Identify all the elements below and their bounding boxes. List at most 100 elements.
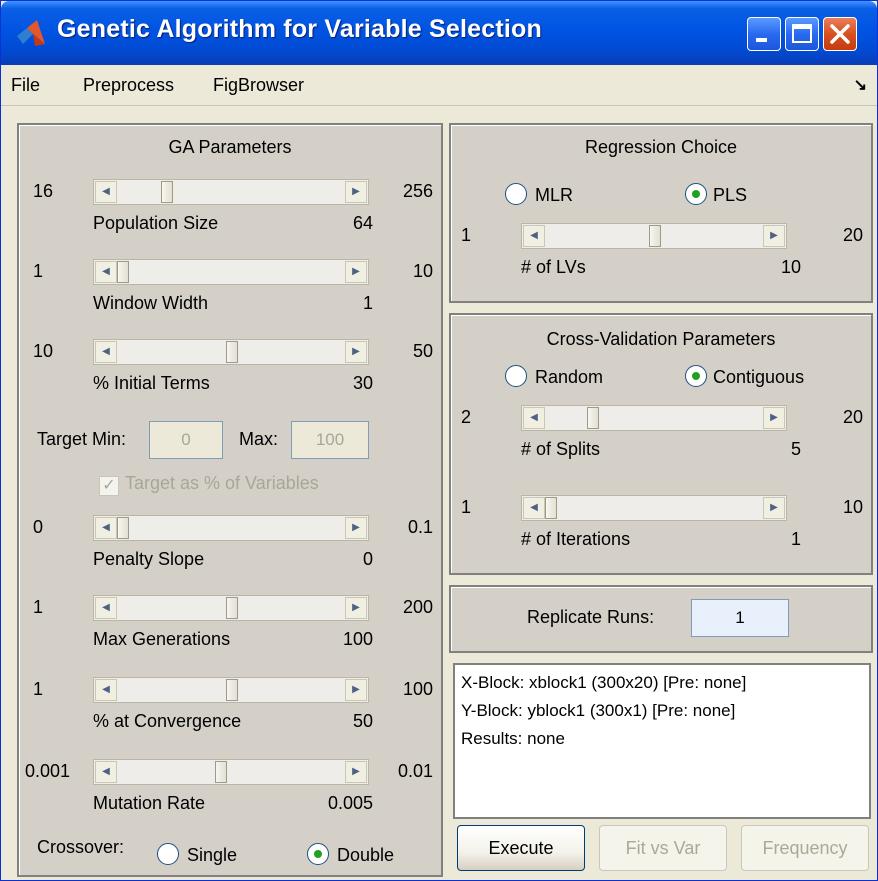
iterations-value: 1 [790,529,801,549]
cv-random-radio[interactable] [505,365,527,387]
slider-thumb[interactable] [117,517,129,539]
max-generations-slider[interactable]: ◀ ▶ [93,595,369,621]
mutation-rate-name-label: Mutation Rate [93,793,206,813]
iterations-max-label: 10 [842,497,863,517]
replicate-runs-input[interactable]: 1 [691,599,789,637]
menu-preprocess[interactable]: Preprocess [83,75,174,96]
mutation-rate-min-label: 0.001 [25,761,71,781]
window-width-min-label: 1 [33,261,44,281]
slider-thumb[interactable] [226,341,238,363]
initial-terms-name-label: % Initial Terms [93,373,210,393]
splits-slider[interactable]: ◀ ▶ [521,405,787,431]
slider-right-arrow-icon[interactable]: ▶ [345,517,367,539]
close-button[interactable] [823,17,857,51]
menu-figbrowser[interactable]: FigBrowser [213,75,304,96]
convergence-slider[interactable]: ◀ ▶ [93,677,369,703]
slider-thumb[interactable] [226,679,238,701]
title-bar[interactable]: Genetic Algorithm for Variable Selection [1,1,877,65]
slider-right-arrow-icon[interactable]: ▶ [763,225,785,247]
data-info-listbox[interactable]: X-Block: xblock1 (300x20) [Pre: none] Y-… [453,663,871,819]
replicate-runs-label: Replicate Runs: [527,607,655,627]
menu-file[interactable]: File [11,75,40,96]
crossover-label: Crossover: [37,837,125,857]
ga-parameters-title: GA Parameters [168,137,292,157]
mlr-label: MLR [535,185,574,205]
slider-left-arrow-icon[interactable]: ◀ [95,679,117,701]
fit-vs-var-button[interactable]: Fit vs Var [599,825,727,871]
population-size-slider[interactable]: ◀ ▶ [93,179,369,205]
slider-right-arrow-icon[interactable]: ▶ [345,597,367,619]
slider-right-arrow-icon[interactable]: ▶ [345,761,367,783]
window-width-name-label: Window Width [93,293,209,313]
slider-thumb[interactable] [161,181,173,203]
target-max-input[interactable]: 100 [291,421,369,459]
window-width-max-label: 10 [412,261,433,281]
penalty-slope-value: 0 [362,549,373,569]
ga-parameters-panel: GA Parameters 16 256 ◀ ▶ Population Size 64 1 1… [17,123,443,877]
slider-left-arrow-icon[interactable]: ◀ [95,181,117,203]
max-generations-name-label: Max Generations [93,629,231,649]
penalty-slope-min-label: 0 [33,517,44,537]
slider-left-arrow-icon[interactable]: ◀ [95,761,117,783]
slider-thumb[interactable] [117,261,129,283]
iterations-slider[interactable]: ◀ ▶ [521,495,787,521]
target-pct-checkbox[interactable]: ✓ [99,476,119,496]
slider-right-arrow-icon[interactable]: ▶ [763,497,785,519]
target-min-input[interactable]: 0 [149,421,223,459]
slider-left-arrow-icon[interactable]: ◀ [523,225,545,247]
mutation-rate-value: 0.005 [327,793,373,813]
lvs-value: 10 [780,257,801,277]
slider-left-arrow-icon[interactable]: ◀ [95,261,117,283]
window-width-slider[interactable]: ◀ ▶ [93,259,369,285]
lvs-max-label: 20 [842,225,863,245]
slider-thumb[interactable] [545,497,557,519]
cross-validation-title: Cross-Validation Parameters [546,329,776,349]
penalty-slope-name-label: Penalty Slope [93,549,205,569]
info-line-yblock: Y-Block: yblock1 (300x1) [Pre: none] [461,701,736,720]
slider-thumb[interactable] [587,407,599,429]
penalty-slope-slider[interactable]: ◀ ▶ [93,515,369,541]
slider-thumb[interactable] [215,761,227,783]
cv-contiguous-radio[interactable] [685,365,707,387]
crossover-single-radio[interactable] [157,843,179,865]
slider-right-arrow-icon[interactable]: ▶ [763,407,785,429]
pls-radio[interactable] [685,183,707,205]
max-generations-value: 100 [342,629,373,649]
population-size-name-label: Population Size [93,213,219,233]
slider-thumb[interactable] [649,225,661,247]
splits-value: 5 [790,439,801,459]
minimize-icon [756,38,767,42]
cv-contiguous-label: Contiguous [713,367,805,387]
regression-choice-title: Regression Choice [584,137,738,157]
slider-left-arrow-icon[interactable]: ◀ [523,407,545,429]
mutation-rate-slider[interactable]: ◀ ▶ [93,759,369,785]
splits-max-label: 20 [842,407,863,427]
execute-button[interactable]: Execute [457,825,585,871]
slider-left-arrow-icon[interactable]: ◀ [95,597,117,619]
target-max-label: Max: [239,429,279,449]
info-line-xblock: X-Block: xblock1 (300x20) [Pre: none] [461,673,747,692]
crossover-double-label: Double [337,845,395,865]
pls-label: PLS [713,185,748,205]
lvs-min-label: 1 [461,225,472,245]
cv-random-label: Random [535,367,604,387]
slider-right-arrow-icon[interactable]: ▶ [345,261,367,283]
slider-left-arrow-icon[interactable]: ◀ [95,341,117,363]
minimize-button[interactable] [747,17,781,51]
dock-arrow-icon[interactable]: ↘ [854,75,867,95]
window-title: Genetic Algorithm for Variable Selection [57,15,542,43]
crossover-double-radio[interactable] [307,843,329,865]
slider-left-arrow-icon[interactable]: ◀ [95,517,117,539]
slider-right-arrow-icon[interactable]: ▶ [345,181,367,203]
replicate-runs-panel: Replicate Runs: 1 [449,585,873,653]
frequency-button[interactable]: Frequency [741,825,869,871]
slider-right-arrow-icon[interactable]: ▶ [345,341,367,363]
maximize-button[interactable] [785,17,819,51]
slider-right-arrow-icon[interactable]: ▶ [345,679,367,701]
slider-thumb[interactable] [226,597,238,619]
initial-terms-slider[interactable]: ◀ ▶ [93,339,369,365]
max-generations-max-label: 200 [402,597,433,617]
lvs-slider[interactable]: ◀ ▶ [521,223,787,249]
mlr-radio[interactable] [505,183,527,205]
slider-left-arrow-icon[interactable]: ◀ [523,497,545,519]
